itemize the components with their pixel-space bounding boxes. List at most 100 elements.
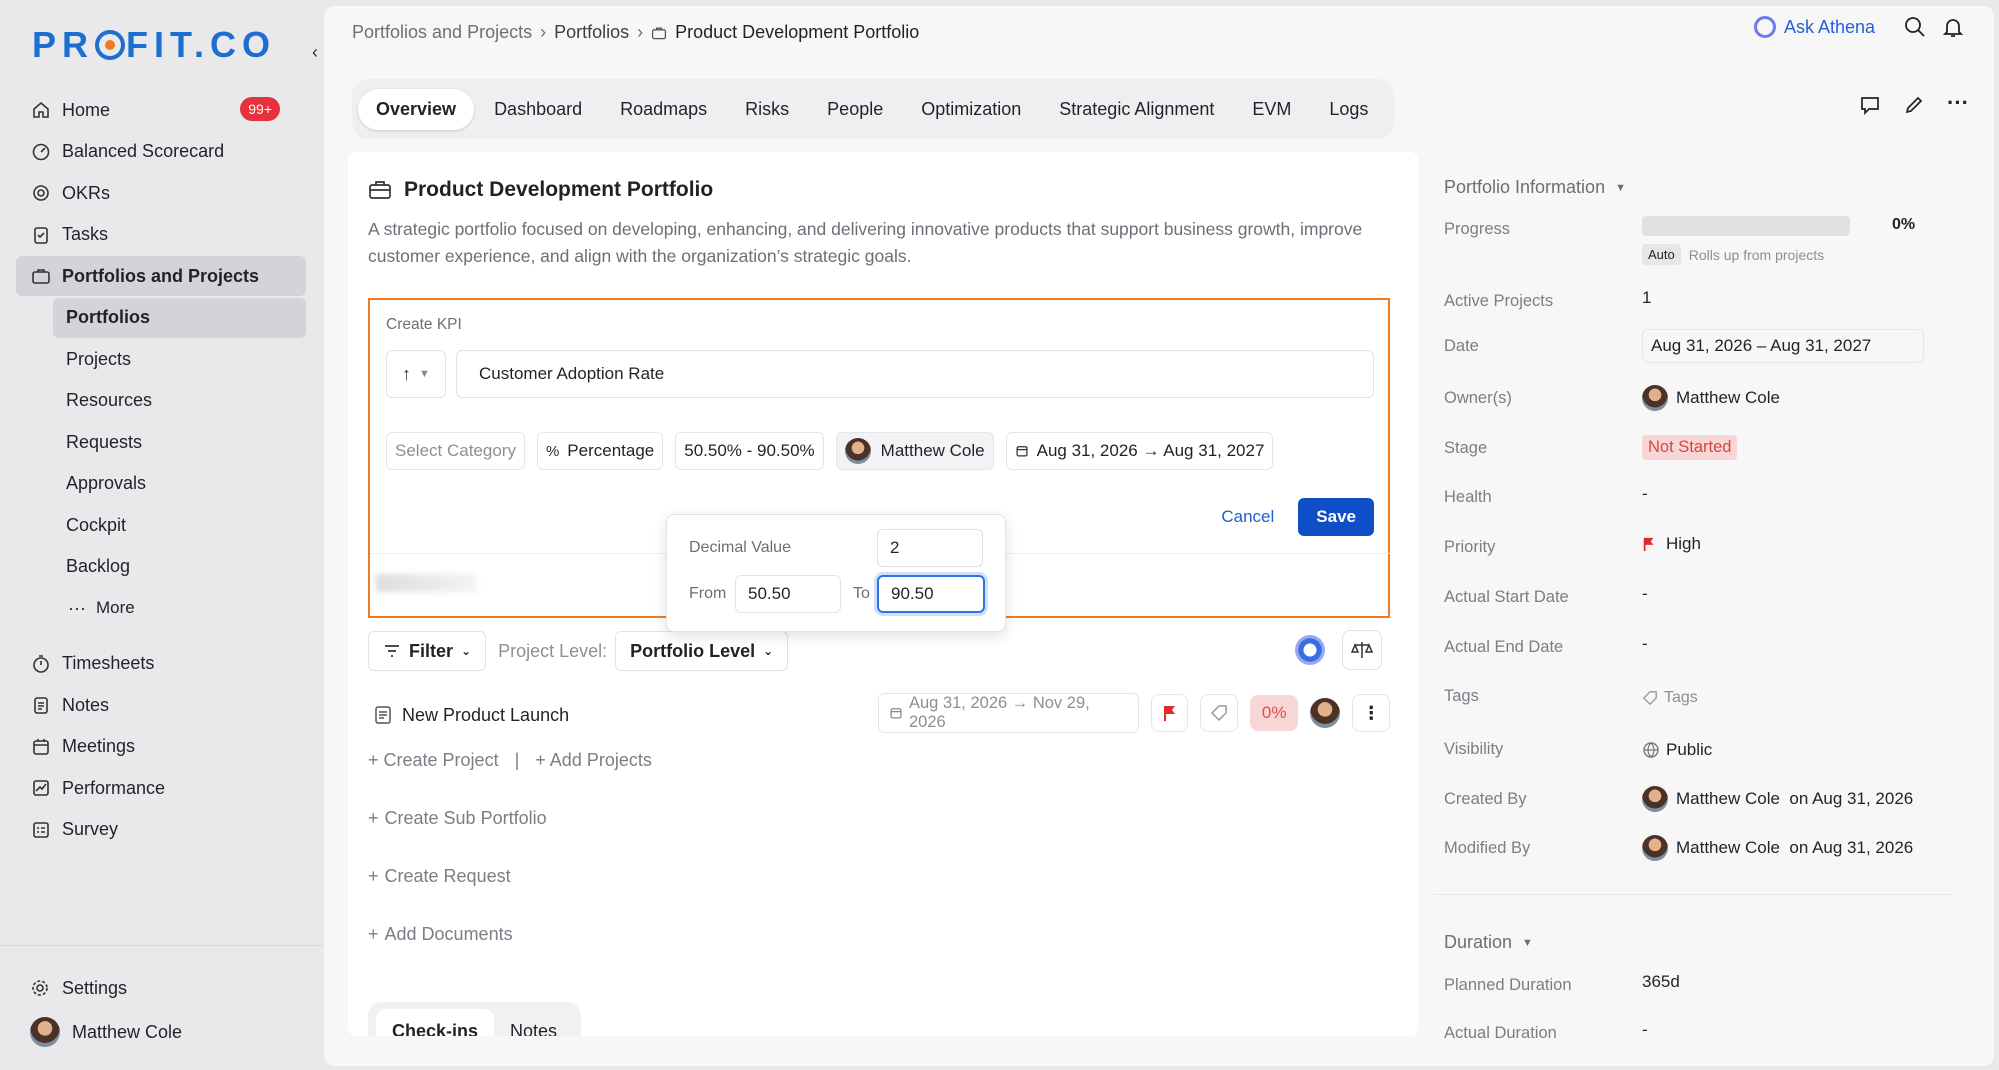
sidebar-subitem-projects[interactable]: Projects [16, 339, 306, 379]
sidebar-item-tasks[interactable]: Tasks [16, 215, 306, 255]
kpi-name-input[interactable]: Customer Adoption Rate [456, 350, 1374, 398]
tab-overview[interactable]: Overview [358, 88, 475, 130]
sidebar-item-portfolios-and-projects[interactable]: Portfolios and Projects [16, 256, 306, 296]
sidebar-subitem-approvals[interactable]: Approvals [16, 464, 306, 504]
add-documents-label: Add Documents [384, 924, 513, 944]
project-name[interactable]: New Product Launch [402, 705, 569, 726]
arrow-up-icon: ↑ [402, 363, 412, 384]
tab-people[interactable]: People [809, 89, 901, 130]
ask-athena-label: Ask Athena [1784, 16, 1876, 37]
kpi-attribute-chips: Select Category % Percentage 50.50% - 90… [386, 432, 1274, 470]
plus-icon: + [368, 808, 379, 828]
tab-roadmaps[interactable]: Roadmaps [602, 89, 725, 130]
date-value[interactable]: Aug 31, 2026 – Aug 31, 2027 [1642, 329, 1924, 363]
filter-button[interactable]: Filter ⌄ [368, 631, 487, 671]
globe-icon [1642, 741, 1660, 759]
collapse-sidebar-icon[interactable]: ‹ [312, 42, 318, 63]
more-vertical-icon[interactable]: ⋮ [1352, 694, 1390, 732]
range-select[interactable]: 50.50% - 90.50% [675, 432, 824, 470]
stage-label: Stage [1444, 439, 1488, 457]
tab-evm[interactable]: EVM [1234, 89, 1309, 130]
cancel-button[interactable]: Cancel [1221, 507, 1274, 527]
bell-icon[interactable] [1942, 16, 1964, 43]
decimal-value-input[interactable]: 2 [877, 529, 983, 567]
priority-flag-icon[interactable] [1150, 694, 1189, 732]
sidebar-item-balanced-scorecard[interactable]: Balanced Scorecard [16, 132, 306, 172]
from-input[interactable]: 50.50 [735, 575, 841, 613]
priority-value[interactable]: High [1642, 534, 1701, 554]
create-sub-portfolio-button[interactable]: + Create Sub Portfolio [368, 808, 547, 829]
created-by-label: Created By [1444, 790, 1527, 808]
tab-dashboard[interactable]: Dashboard [476, 89, 600, 130]
survey-icon [30, 819, 52, 841]
add-projects-button[interactable]: + Add Projects [535, 750, 652, 771]
sidebar-subitem-requests[interactable]: Requests [16, 422, 306, 462]
sidebar-item-timesheets[interactable]: Timesheets [16, 644, 306, 684]
breadcrumb-item[interactable]: Portfolios [554, 22, 629, 43]
tab-risks[interactable]: Risks [727, 89, 807, 130]
avatar[interactable] [1310, 698, 1341, 728]
visibility-value[interactable]: Public [1642, 740, 1712, 760]
sidebar-subitem-cockpit[interactable]: Cockpit [16, 505, 306, 545]
athena-insight-icon[interactable] [1290, 630, 1330, 670]
owner-select[interactable]: Matthew Cole [835, 432, 994, 470]
sidebar-item-performance[interactable]: Performance [16, 768, 306, 808]
tab-logs[interactable]: Logs [1311, 89, 1386, 130]
actual-end-value[interactable]: - [1642, 634, 1648, 654]
create-project-button[interactable]: + Create Project [368, 750, 499, 771]
ask-athena-button[interactable]: Ask Athena [1754, 16, 1875, 38]
balance-scale-icon[interactable] [1342, 630, 1382, 670]
edit-pencil-icon[interactable] [1903, 94, 1925, 121]
tab-notes[interactable]: Notes [494, 1009, 573, 1036]
owner-value[interactable]: Matthew Cole [1642, 385, 1780, 411]
tab-check-ins[interactable]: Check-ins [376, 1009, 495, 1036]
sidebar-item-settings[interactable]: Settings [0, 966, 324, 1010]
project-level-dropdown[interactable]: Portfolio Level ⌄ [615, 631, 789, 671]
search-icon[interactable] [1904, 16, 1926, 43]
tab-optimization[interactable]: Optimization [903, 89, 1039, 130]
logo-target-icon [95, 30, 126, 60]
project-date-range[interactable]: Aug 31, 2026 → Nov 29, 2026 [878, 693, 1139, 733]
sidebar-item-okrs[interactable]: OKRs [16, 173, 306, 213]
auto-chip[interactable]: Auto [1642, 244, 1681, 265]
modified-by-label: Modified By [1444, 839, 1531, 857]
sidebar-subitem-backlog[interactable]: Backlog [16, 547, 306, 587]
sidebar-item-home[interactable]: Home 99+ [16, 90, 306, 130]
avatar [1642, 385, 1668, 411]
unit-select[interactable]: % Percentage [536, 432, 664, 470]
date-range-select[interactable]: Aug 31, 2026 → Aug 31, 2027 [1005, 432, 1274, 470]
stage-badge[interactable]: Not Started [1642, 435, 1738, 460]
to-input[interactable]: 90.50 [877, 575, 985, 613]
portfolio-description[interactable]: A strategic portfolio focused on develop… [368, 216, 1368, 270]
save-button[interactable]: Save [1298, 498, 1374, 536]
kpi-direction-dropdown[interactable]: ↑ ▼ [386, 350, 446, 398]
actual-duration-value: - [1642, 1020, 1648, 1039]
health-value[interactable]: - [1642, 484, 1648, 504]
logo-text-start: PR [32, 24, 95, 65]
portfolio-information-header[interactable]: Portfolio Information ▼ [1444, 177, 1626, 198]
sidebar-subitem-resources[interactable]: Resources [16, 381, 306, 421]
breadcrumb-item[interactable]: Portfolios and Projects [352, 22, 532, 43]
category-select[interactable]: Select Category [386, 432, 525, 470]
avatar [1642, 835, 1668, 861]
actual-start-value[interactable]: - [1642, 584, 1648, 604]
tags-field[interactable]: Tags [1642, 689, 1698, 707]
sidebar-item-meetings[interactable]: Meetings [16, 727, 306, 767]
tag-icon[interactable] [1200, 694, 1238, 732]
duration-header[interactable]: Duration ▼ [1444, 932, 1533, 953]
profit-co-logo[interactable]: PR FIT.CO [32, 24, 276, 66]
sidebar-item-survey[interactable]: Survey [16, 810, 306, 850]
tab-strategic-alignment[interactable]: Strategic Alignment [1041, 89, 1232, 130]
project-row[interactable]: New Product Launch Aug 31, 2026 → Nov 29… [368, 693, 1390, 737]
more-horizontal-icon[interactable]: ··· [1947, 92, 1969, 121]
sidebar-user-profile[interactable]: Matthew Cole [0, 1010, 324, 1054]
tags-label: Tags [1444, 687, 1479, 705]
tasks-icon [30, 224, 52, 246]
sidebar-item-notes[interactable]: Notes [16, 685, 306, 725]
sidebar-subitem-more[interactable]: ··· More [16, 588, 306, 628]
create-request-button[interactable]: + Create Request [368, 866, 511, 887]
notification-badge: 99+ [240, 97, 280, 121]
comment-icon[interactable] [1859, 94, 1881, 121]
add-documents-button[interactable]: + Add Documents [368, 924, 513, 945]
sidebar-subitem-portfolios[interactable]: Portfolios [53, 297, 306, 338]
